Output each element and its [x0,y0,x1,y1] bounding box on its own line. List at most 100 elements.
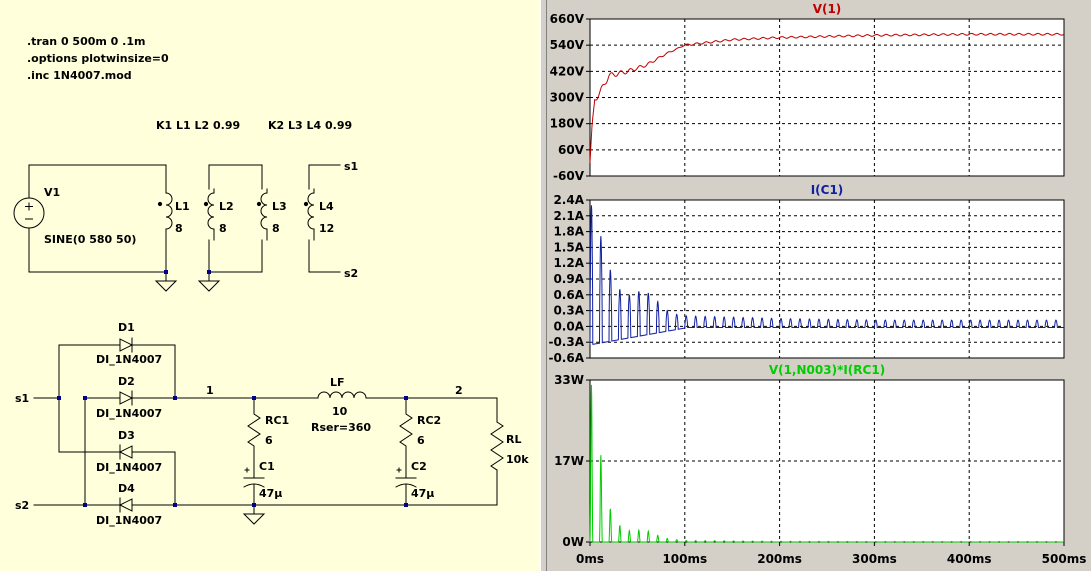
diode-d3[interactable] [109,444,141,460]
lf-value[interactable]: 10 [332,405,348,418]
y-tick-label: 0.9A [553,272,584,286]
rc1-value[interactable]: 6 [265,434,273,447]
pane-ic1[interactable]: I(C1) 2.4A 2.1A 1.8A1.5A 1.2A 0.9A 0.6A 0.3A0.… [548,183,1065,365]
directive-k1[interactable]: K1 L1 L2 0.99 [156,119,240,132]
net-label-s2[interactable]: s2 [15,499,29,512]
x-tick-label: 300ms [852,552,897,566]
d2-model[interactable]: DI_1N4007 [96,407,162,420]
y-tick-label: 300V [550,91,585,105]
y-tick-label: 17W [554,454,584,468]
net-label-s2-top[interactable]: s2 [344,267,358,280]
y-tick-label: 2.4A [553,193,584,207]
y-tick-label: 180V [550,117,585,131]
y-tick-label: 1.8A [553,225,584,239]
pane-power[interactable]: V(1,N003)*I(RC1) 33W 17W 0W [554,363,1065,549]
l2-name[interactable]: L2 [219,200,234,213]
waveform-canvas[interactable]: V(1) 660V 540V 420V 300V 180V 60V -60V I(C1) 2… [547,0,1091,571]
d2-name[interactable]: D2 [118,375,135,388]
directive-include[interactable]: .inc 1N4007.mod [27,69,132,82]
inductor-l1[interactable] [157,188,173,241]
y-tick-label: 660V [550,12,585,26]
y-tick-label: 0W [562,535,584,549]
rc1-name[interactable]: RC1 [265,414,289,427]
l2-value[interactable]: 8 [219,222,227,235]
directive-tran[interactable]: .tran 0 500m 0 .1m [27,35,145,48]
ground-symbol [197,271,221,292]
x-axis-ticks: 0ms 100ms 200ms 300ms 400ms 500ms [576,542,1086,566]
diode-d1[interactable] [109,337,141,353]
y-tick-label: 540V [550,38,585,52]
l4-value[interactable]: 12 [319,222,334,235]
d3-model[interactable]: DI_1N4007 [96,461,162,474]
voltage-source-v1[interactable] [13,197,45,229]
l4-name[interactable]: L4 [319,200,334,213]
directive-options[interactable]: .options plotwinsize=0 [27,52,169,65]
net-label-s1[interactable]: s1 [15,392,29,405]
y-axis-ticks: 33W 17W 0W [554,373,590,549]
primary-wires [28,164,167,273]
d4-name[interactable]: D4 [118,482,135,495]
schematic-canvas[interactable]: .tran 0 500m 0 .1m .options plotwinsize=… [0,0,540,571]
pane-vout[interactable]: V(1) 660V 540V 420V 300V 180V 60V -60V [550,2,1065,183]
y-tick-label: -60V [553,169,585,183]
directive-k2[interactable]: K2 L3 L4 0.99 [268,119,352,132]
c1-name[interactable]: C1 [259,460,275,473]
trace-label-v1[interactable]: V(1) [813,2,842,16]
c2-name[interactable]: C2 [411,460,427,473]
rc2-value[interactable]: 6 [417,434,425,447]
inductor-l2[interactable] [203,164,263,273]
y-tick-label: 33W [554,373,584,387]
x-tick-label: 200ms [757,552,802,566]
y-tick-label: 0.0A [553,319,584,333]
x-tick-label: 100ms [662,552,707,566]
rc2-name[interactable]: RC2 [417,414,441,427]
l1-value[interactable]: 8 [175,222,183,235]
y-axis-ticks: 660V 540V 420V 300V 180V 60V -60V [550,12,590,183]
d3-name[interactable]: D3 [118,429,135,442]
y-tick-label: 2.1A [553,209,584,223]
rl-value[interactable]: 10k [506,453,529,466]
y-tick-label: 0.3A [553,304,584,318]
y-tick-label: 420V [550,64,585,78]
l3-value[interactable]: 8 [272,222,280,235]
net-label-2[interactable]: 2 [455,384,463,397]
x-tick-label: 0ms [576,552,604,566]
inductor-lf[interactable] [317,391,367,399]
ground-symbol [242,504,266,525]
trace-label-power[interactable]: V(1,N003)*I(RC1) [769,363,885,377]
diode-d4[interactable] [109,497,141,513]
waveform-viewer[interactable]: V(1) 660V 540V 420V 300V 180V 60V -60V I(C1) 2… [547,0,1091,571]
rl-name[interactable]: RL [506,433,521,446]
x-tick-label: 500ms [1042,552,1087,566]
ground-symbol [154,271,178,292]
c2-value[interactable]: 47µ [411,487,434,500]
splitter-handle[interactable] [540,0,547,571]
trace-label-ic1[interactable]: I(C1) [811,183,844,197]
d4-model[interactable]: DI_1N4007 [96,514,162,527]
resistor-rc1[interactable] [247,397,261,459]
d1-model[interactable]: DI_1N4007 [96,353,162,366]
lf-rser[interactable]: Rser=360 [311,421,371,434]
inductor-l4[interactable] [303,164,341,273]
schematic-editor[interactable]: .tran 0 500m 0 .1m .options plotwinsize=… [0,0,541,571]
y-tick-label: -0.6A [548,351,584,365]
inductor-l3[interactable] [256,188,268,241]
diode-d2[interactable] [109,390,141,406]
v1-name[interactable]: V1 [44,186,60,199]
junction-dot [164,270,168,274]
net-label-1[interactable]: 1 [206,384,214,397]
l1-name[interactable]: L1 [175,200,190,213]
v1-value[interactable]: SINE(0 580 50) [44,233,136,246]
x-tick-label: 400ms [947,552,992,566]
c1-value[interactable]: 47µ [259,487,282,500]
lf-name[interactable]: LF [330,376,345,389]
d1-name[interactable]: D1 [118,321,135,334]
resistor-rl[interactable] [490,421,504,471]
y-axis-ticks: 2.4A 2.1A 1.8A1.5A 1.2A 0.9A 0.6A 0.3A0.0A -0.3… [548,193,590,365]
junction-dot [207,270,211,274]
y-tick-label: 0.6A [553,288,584,302]
y-tick-label: 1.2A [553,256,584,270]
l3-name[interactable]: L3 [272,200,287,213]
net-label-s1-top[interactable]: s1 [344,160,358,173]
resistor-rc2[interactable] [399,397,413,459]
